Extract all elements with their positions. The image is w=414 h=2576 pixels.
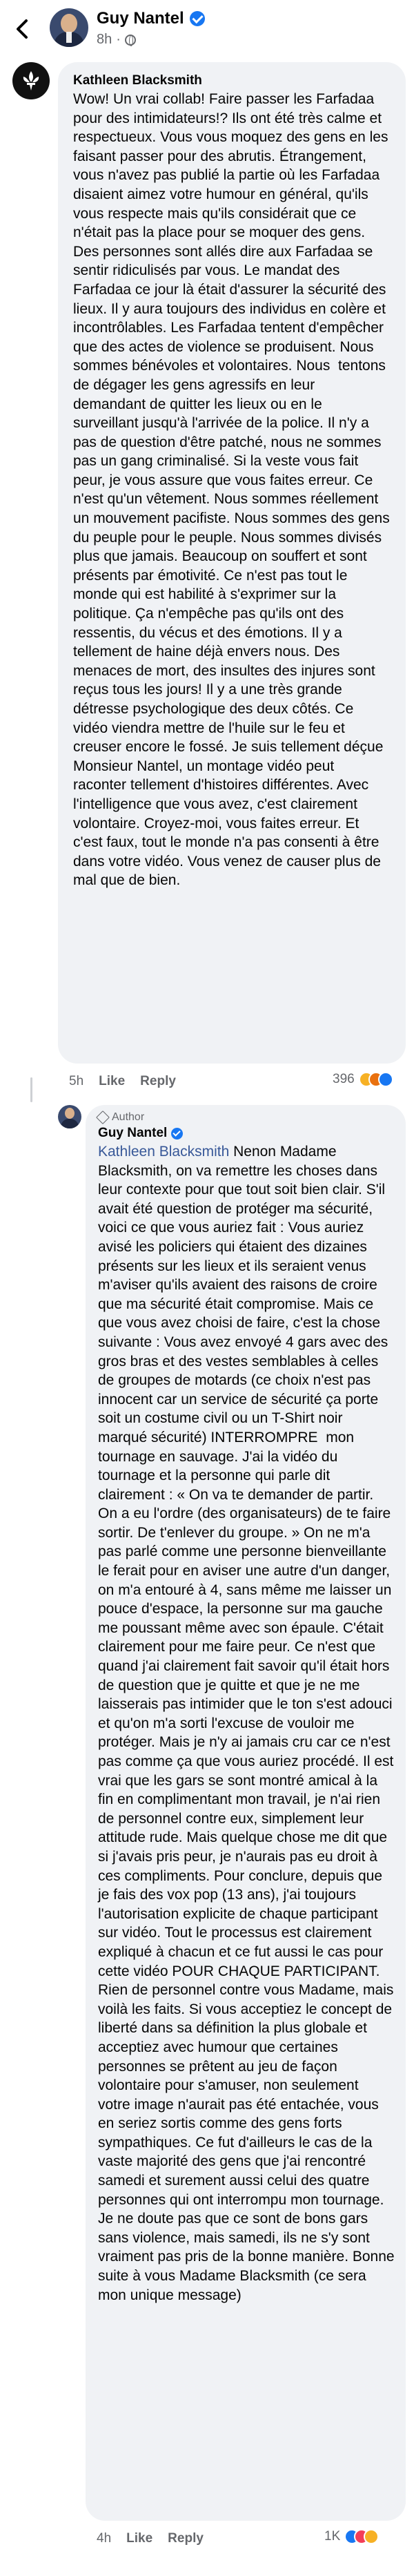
avatar[interactable]: [12, 62, 50, 99]
like-reaction-icon: [377, 1072, 393, 1087]
comment-text: Kathleen Blacksmith Nenon Madame Blacksm…: [98, 1142, 395, 2305]
haha-reaction-icon: [364, 2529, 379, 2544]
reaction-summary[interactable]: 1K: [324, 2529, 379, 2544]
mention-link[interactable]: Kathleen Blacksmith: [98, 1144, 229, 1160]
comment-time[interactable]: 4h: [97, 2531, 111, 2546]
pen-icon: [96, 1111, 110, 1124]
back-button[interactable]: [10, 15, 37, 43]
post-header: Guy Nantel 8h ·: [0, 0, 414, 59]
author-name-text[interactable]: Guy Nantel: [97, 8, 184, 29]
back-arrow-icon: [17, 19, 28, 39]
reply-button[interactable]: Reply: [140, 1074, 176, 1089]
reaction-count: 396: [333, 1072, 355, 1086]
verified-badge-icon: [189, 11, 205, 26]
comment-time[interactable]: 5h: [69, 1074, 83, 1089]
page-author-name[interactable]: Guy Nantel: [97, 8, 205, 29]
fleur-de-lis-icon: [23, 71, 39, 90]
author-badge-label: Author: [112, 1111, 145, 1123]
comment-text: Wow! Un vrai collab! Faire passer les Fa…: [73, 91, 394, 889]
avatar[interactable]: [50, 8, 88, 47]
comment-actions: 5h Like Reply: [69, 1074, 176, 1089]
post-meta: 8h ·: [97, 32, 136, 48]
reply-button[interactable]: Reply: [168, 2531, 204, 2546]
comment-actions: 4h Like Reply: [97, 2531, 204, 2546]
globe-icon: [124, 34, 136, 46]
author-badge: Author: [96, 1111, 393, 1124]
reaction-summary[interactable]: 396: [333, 1072, 393, 1087]
verified-badge-icon: [171, 1127, 184, 1140]
comment-author[interactable]: Kathleen Blacksmith: [73, 72, 391, 90]
comment-bubble: Kathleen Blacksmith Wow! Un vrai collab!…: [58, 62, 406, 1064]
like-button[interactable]: Like: [99, 1074, 125, 1089]
like-button[interactable]: Like: [126, 2531, 152, 2546]
comment-bubble: Author Guy Nantel Kathleen Blacksmith Ne…: [86, 1105, 406, 2521]
post-time[interactable]: 8h: [97, 32, 112, 48]
comment-author-name[interactable]: Guy Nantel: [98, 1124, 167, 1142]
avatar[interactable]: [58, 1105, 81, 1128]
reaction-count: 1K: [324, 2529, 341, 2544]
thread-connector: [30, 1077, 32, 1102]
comment-author[interactable]: Guy Nantel: [98, 1124, 393, 1142]
comment-body: Nenon Madame Blacksmith, on va remettre …: [98, 1144, 399, 2303]
